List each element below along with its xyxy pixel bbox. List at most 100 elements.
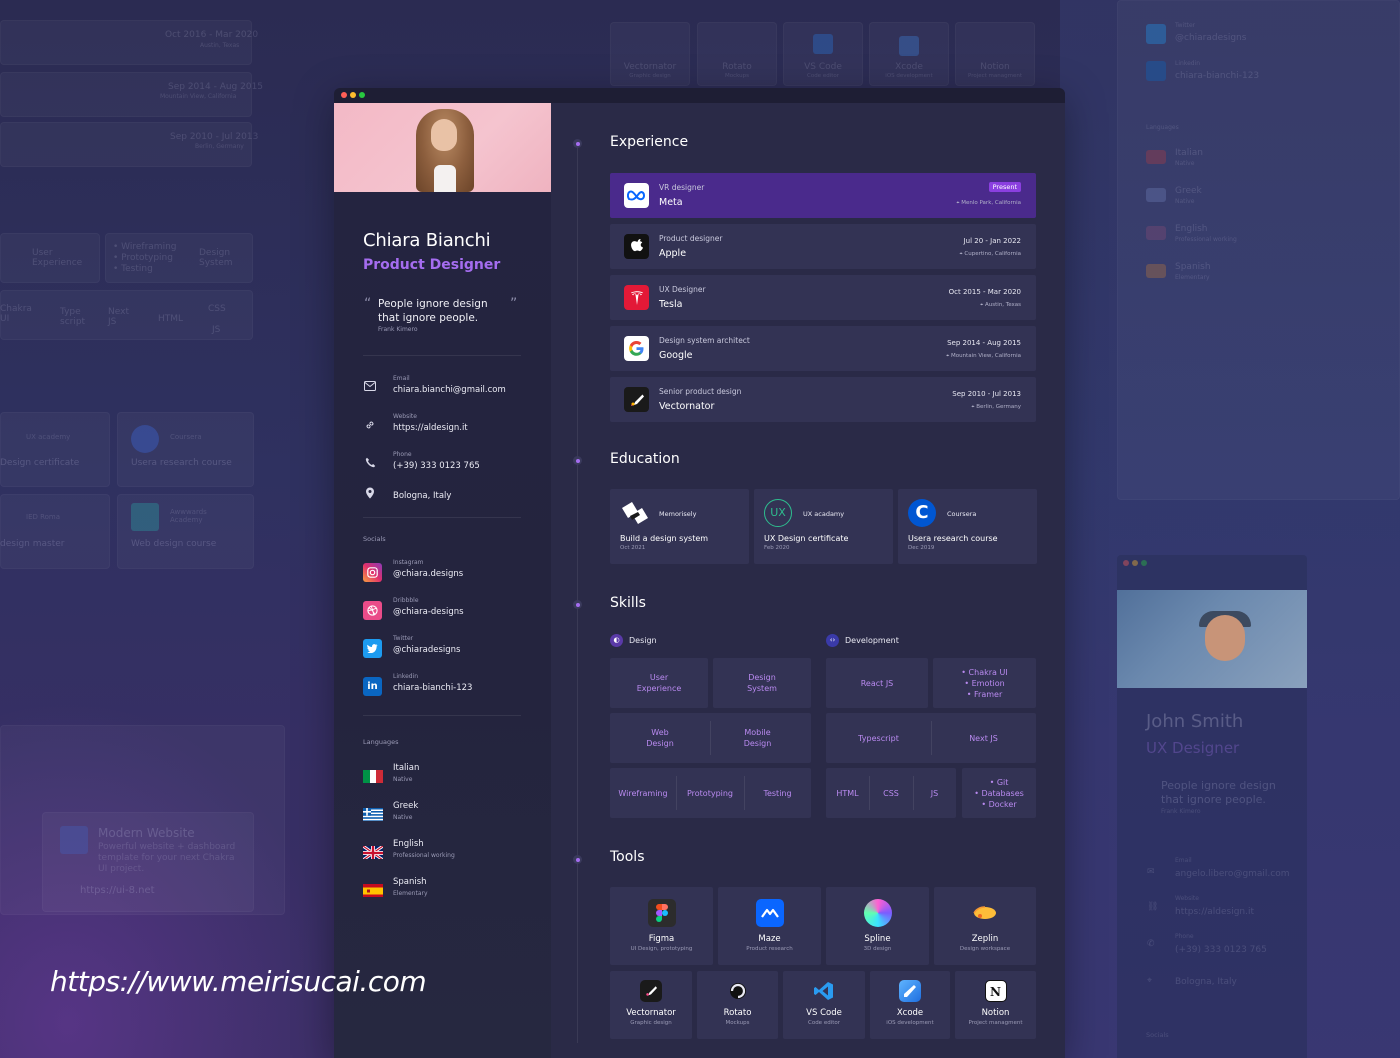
experience-location: ⌖ Austin, Texas xyxy=(980,302,1021,308)
experience-item[interactable]: Design system architect Google Sep 2014 … xyxy=(610,326,1036,371)
language-level: Professional working xyxy=(393,852,455,859)
tool-card[interactable]: Vectornator Graphic design xyxy=(610,971,692,1039)
window-minimize-dot[interactable] xyxy=(350,92,356,98)
experience-item[interactable]: Product designer Apple Jul 20 - Jan 2022… xyxy=(610,224,1036,269)
timeline-dot xyxy=(573,139,582,148)
ghost-lang-name: Greek xyxy=(1175,186,1202,196)
social-instagram[interactable]: Instagram @chiara.designs xyxy=(363,559,533,585)
preview-name: John Smith xyxy=(1146,711,1244,732)
xcode-icon xyxy=(899,980,921,1002)
education-item[interactable]: Memorisely Build a design system Oct 202… xyxy=(610,489,749,564)
phone-icon xyxy=(363,457,377,471)
skill-box: • Git • Databases • Docker xyxy=(962,768,1036,818)
skill-item: Mobile Design xyxy=(743,728,772,748)
tool-card[interactable]: Figma UI Design, prototyping xyxy=(610,887,713,965)
window-maximize-dot[interactable] xyxy=(359,92,365,98)
socials-label: Socials xyxy=(363,535,386,543)
open-quote-icon: “ xyxy=(364,296,372,312)
link-icon: ⛓ xyxy=(1147,902,1159,912)
education-institution: Coursera xyxy=(947,510,977,518)
tool-card[interactable]: N Notion Project managment xyxy=(955,971,1036,1039)
contact-phone[interactable]: Phone (+39) 333 0123 765 xyxy=(363,451,533,477)
tool-card[interactable]: Maze Product research xyxy=(718,887,821,965)
education-date: Oct 2021 xyxy=(620,545,646,551)
ghost-lang-name: Italian xyxy=(1175,148,1203,158)
experience-dates: Oct 2015 - Mar 2020 xyxy=(948,288,1021,296)
experience-item[interactable]: UX Designer Tesla Oct 2015 - Mar 2020 ⌖ … xyxy=(610,275,1036,320)
preview-phone: (+39) 333 0123 765 xyxy=(1175,945,1267,955)
phone-icon: ✆ xyxy=(1147,939,1155,949)
ghost-skill: Next JS xyxy=(108,307,129,327)
ghost-tool-name: Xcode xyxy=(895,62,923,72)
experience-item[interactable]: Senior product design Vectornator Sep 20… xyxy=(610,377,1036,422)
tool-subtitle: Project managment xyxy=(968,1020,1023,1026)
preview-role: UX Designer xyxy=(1146,739,1240,757)
profile-quote: People ignore design that ignore people. xyxy=(378,298,488,324)
tool-subtitle: Mockups xyxy=(725,1020,750,1026)
experience-item[interactable]: VR designer Meta Present ⌖ Menlo Park, C… xyxy=(610,173,1036,218)
preview-minimize-dot xyxy=(1132,560,1138,566)
ghost-skill: JS xyxy=(212,325,221,335)
tool-card[interactable]: Rotato Mockups xyxy=(697,971,778,1039)
google-logo-icon xyxy=(624,336,649,361)
ghost-skill: • Prototyping xyxy=(113,253,173,263)
experience-title-text: UX Designer xyxy=(659,285,706,294)
skill-box: Wireframing Prototyping Testing xyxy=(610,768,811,818)
quote-author: Frank Kimero xyxy=(378,326,418,333)
uk-flag-icon xyxy=(363,845,383,859)
education-item[interactable]: UX UX acadamy UX Design certificate Feb … xyxy=(754,489,893,564)
apple-logo-icon xyxy=(624,234,649,259)
preview-website-label: Website xyxy=(1175,895,1199,902)
vectornator-logo-icon xyxy=(624,387,649,412)
language-italian: Italian Native xyxy=(363,763,533,789)
ghost-skill: Chakra UI xyxy=(0,304,32,324)
timeline-dot xyxy=(573,600,582,609)
window-close-dot[interactable] xyxy=(341,92,347,98)
location-pin-icon xyxy=(363,487,377,501)
tool-card[interactable]: Spline 3D design xyxy=(826,887,929,965)
ghost-social-value: chiara-bianchi-123 xyxy=(1175,71,1260,81)
experience-dates: Sep 2014 - Aug 2015 xyxy=(947,339,1021,347)
skill-item: • Chakra UI • Emotion • Framer xyxy=(961,667,1008,699)
ghost-lang-name: Spanish xyxy=(1175,262,1211,272)
skill-item: Next JS xyxy=(969,733,998,743)
experience-dates: Jul 20 - Jan 2022 xyxy=(963,237,1021,245)
skill-item: CSS xyxy=(883,788,899,798)
skills-title: Skills xyxy=(610,595,646,611)
contact-label: Phone xyxy=(393,451,412,458)
tool-card[interactable]: Xcode iOS development xyxy=(870,971,950,1039)
tool-card[interactable]: Zeplin Design workspace xyxy=(934,887,1036,965)
contact-value: chiara.bianchi@gmail.com xyxy=(393,385,506,395)
skill-item: Prototyping xyxy=(686,788,734,798)
contact-website[interactable]: Website https://aldesign.it xyxy=(363,413,533,439)
tool-name: Figma xyxy=(648,934,675,944)
contact-email[interactable]: Email chiara.bianchi@gmail.com xyxy=(363,375,533,401)
contact-label: Website xyxy=(393,413,417,420)
skill-box: Design System xyxy=(713,658,811,708)
tool-card[interactable]: VS Code Code editor xyxy=(783,971,865,1039)
social-linkedin[interactable]: in Linkedin chiara-bianchi-123 xyxy=(363,673,533,699)
link-icon xyxy=(363,419,377,433)
experience-dates: Sep 2010 - Jul 2013 xyxy=(952,390,1021,398)
italy-flag-icon xyxy=(363,769,383,783)
social-handle: @chiara.designs xyxy=(393,569,464,579)
social-label: Twitter xyxy=(393,635,414,642)
ghost-social-label: Twitter xyxy=(1175,22,1196,29)
skill-item: Design System xyxy=(747,673,777,693)
spline-icon xyxy=(863,899,892,927)
social-dribbble[interactable]: Dribbble @chiara-designs xyxy=(363,597,533,623)
preview-quote: People ignore design that ignore people. xyxy=(1161,779,1276,806)
social-twitter[interactable]: Twitter @chiaradesigns xyxy=(363,635,533,661)
experience-company: Meta xyxy=(659,197,683,208)
ux-academy-logo-icon: UX xyxy=(764,499,792,527)
profile-photo xyxy=(334,103,551,192)
ghost-edu: UX academy xyxy=(26,433,71,441)
preview-close-dot xyxy=(1123,560,1129,566)
education-item[interactable]: C Coursera Usera research course Dec 201… xyxy=(898,489,1037,564)
tool-name: Notion xyxy=(981,1008,1010,1018)
experience-title-text: Product designer xyxy=(659,234,723,243)
resume-window: Chiara Bianchi Product Designer “ ” Peop… xyxy=(334,88,1065,1058)
experience-location: ⌖ Mountain View, California xyxy=(946,353,1021,359)
ghost-date: Sep 2010 - Jul 2013 xyxy=(170,132,259,142)
skill-box: User Experience xyxy=(610,658,708,708)
